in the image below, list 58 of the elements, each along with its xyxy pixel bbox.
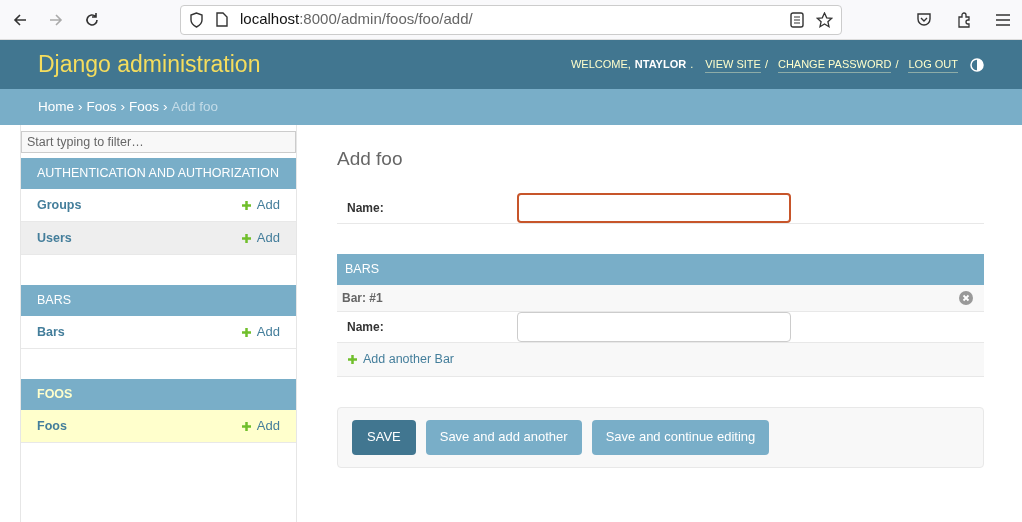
plus-icon — [240, 232, 252, 244]
submit-button[interactable]: Save and add another — [425, 419, 582, 455]
app-caption[interactable]: AUTHENTICATION AND AUTHORIZATION — [21, 158, 296, 189]
model-link[interactable]: Bars — [37, 322, 65, 342]
plus-icon — [347, 353, 358, 365]
delete-icon[interactable] — [959, 290, 973, 305]
add-link[interactable]: Add — [240, 416, 280, 436]
punctuation-text: . — [690, 57, 694, 73]
plus-icon — [240, 326, 252, 338]
submit-button[interactable]: SAVE — [352, 419, 416, 455]
model-link[interactable]: Groups — [37, 195, 82, 215]
reader-icon[interactable] — [790, 11, 804, 28]
extensions-icon[interactable] — [956, 11, 972, 28]
plus-icon — [240, 199, 252, 211]
add-another-link[interactable]: Add another Bar — [347, 349, 455, 369]
name-field[interactable] — [517, 192, 791, 223]
breadcrumb-link[interactable]: Foos — [86, 96, 117, 118]
menu-icon[interactable] — [996, 13, 1010, 26]
back-icon[interactable] — [12, 11, 28, 28]
site-title[interactable]: Django administration — [38, 47, 261, 82]
header-link[interactable]: CHANGE PASSWORD — [777, 55, 892, 74]
add-link[interactable]: Add — [240, 195, 280, 215]
star-icon[interactable] — [816, 11, 833, 28]
name-field[interactable] — [517, 311, 791, 342]
header-link[interactable]: VIEW SITE — [705, 55, 761, 74]
app-caption[interactable]: BARS — [21, 285, 296, 316]
field-label: Name: — [347, 199, 385, 217]
user-name: NTAYLOR — [634, 57, 687, 73]
field-label: Name: — [347, 318, 385, 336]
plus-icon — [240, 420, 252, 432]
separator-text: › — [162, 97, 169, 116]
page-title: Add foo — [337, 147, 404, 171]
submit-button[interactable]: Save and continue editing — [591, 419, 770, 455]
model-row[interactable]: Foos Add — [21, 410, 296, 443]
url-text: localhost:8000/admin/foos/foo/add/ — [240, 9, 474, 30]
separator-text: › — [77, 97, 84, 116]
page-icon — [216, 12, 228, 27]
inline-item-title: Bar: #1 — [342, 289, 383, 307]
app-caption[interactable]: FOOS — [21, 379, 296, 410]
add-link[interactable]: Add — [240, 228, 280, 248]
theme-toggle-icon[interactable] — [970, 57, 984, 72]
header-link[interactable]: LOG OUT — [908, 55, 958, 74]
inline-caption: BARS — [337, 253, 984, 285]
filter-field[interactable]: Start typing to filter… — [21, 131, 296, 153]
model-link[interactable]: Foos — [37, 416, 67, 436]
separator-text: / — [764, 57, 768, 73]
model-row[interactable]: Users Add — [21, 222, 296, 255]
address-bar[interactable]: localhost:8000/admin/foos/foo/add/ — [180, 4, 842, 35]
breadcrumb-link[interactable]: Home — [38, 96, 74, 118]
welcome-text: WELCOME, — [570, 57, 631, 73]
breadcrumb-link[interactable]: Foos — [129, 96, 160, 118]
pocket-icon[interactable] — [916, 12, 932, 27]
model-link[interactable]: Users — [37, 228, 72, 248]
add-link[interactable]: Add — [240, 322, 280, 342]
reload-icon[interactable] — [84, 11, 100, 28]
separator-text: › — [119, 97, 127, 116]
shield-icon — [189, 11, 204, 28]
separator-text: / — [895, 57, 899, 73]
